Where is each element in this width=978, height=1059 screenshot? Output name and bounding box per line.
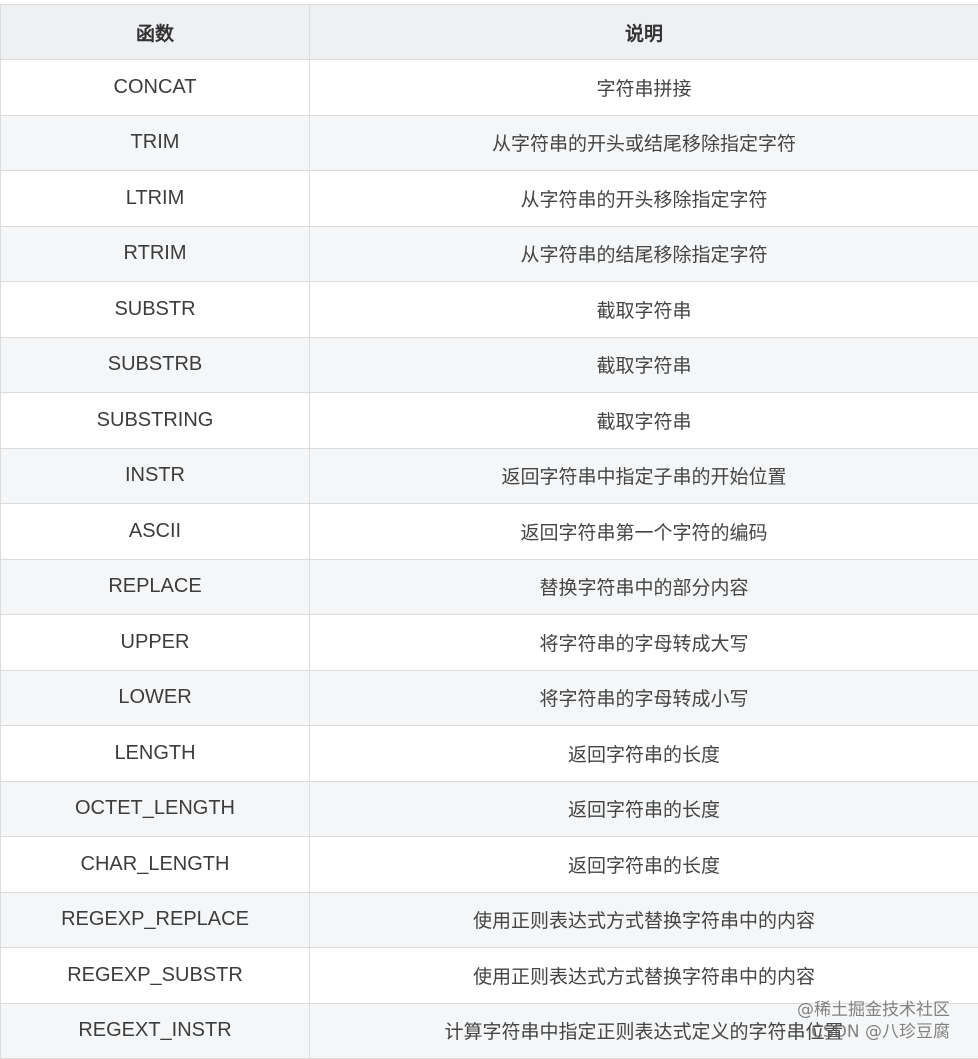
function-description-cell: 字符串拼接 [310, 60, 978, 116]
function-name-cell: SUBSTRING [1, 393, 310, 449]
function-name-cell: REPLACE [1, 559, 310, 615]
table-row: RTRIM从字符串的结尾移除指定字符 [1, 226, 978, 282]
header-description: 说明 [310, 5, 978, 60]
table-row: TRIM从字符串的开头或结尾移除指定字符 [1, 115, 978, 171]
table-row: ASCII返回字符串第一个字符的编码 [1, 504, 978, 560]
function-description-cell: 返回字符串中指定子串的开始位置 [310, 448, 978, 504]
function-name-cell: REGEXP_REPLACE [1, 892, 310, 948]
function-name-cell: INSTR [1, 448, 310, 504]
function-description-cell: 使用正则表达式方式替换字符串中的内容 [310, 892, 978, 948]
function-description-cell: 从字符串的结尾移除指定字符 [310, 226, 978, 282]
header-function: 函数 [1, 5, 310, 60]
table-row: REGEXP_SUBSTR使用正则表达式方式替换字符串中的内容 [1, 948, 978, 1004]
table-row: UPPER将字符串的字母转成大写 [1, 615, 978, 671]
function-name-cell: CHAR_LENGTH [1, 837, 310, 893]
function-name-cell: LTRIM [1, 171, 310, 227]
table-row: SUBSTRB截取字符串 [1, 337, 978, 393]
function-description-cell: 返回字符串的长度 [310, 726, 978, 782]
function-description-cell: 返回字符串的长度 [310, 837, 978, 893]
function-description-cell: 截取字符串 [310, 282, 978, 338]
function-name-cell: RTRIM [1, 226, 310, 282]
function-description-cell: 返回字符串第一个字符的编码 [310, 504, 978, 560]
table-row: INSTR返回字符串中指定子串的开始位置 [1, 448, 978, 504]
function-description-cell: 从字符串的开头移除指定字符 [310, 171, 978, 227]
table-row: SUBSTR截取字符串 [1, 282, 978, 338]
table-row: SUBSTRING截取字符串 [1, 393, 978, 449]
function-name-cell: CONCAT [1, 60, 310, 116]
function-description-cell: 截取字符串 [310, 337, 978, 393]
function-name-cell: TRIM [1, 115, 310, 171]
table-row: LENGTH返回字符串的长度 [1, 726, 978, 782]
table-row: CHAR_LENGTH返回字符串的长度 [1, 837, 978, 893]
function-description-cell: 替换字符串中的部分内容 [310, 559, 978, 615]
watermark-juejin: @稀土掘金技术社区 [797, 999, 950, 1021]
function-description-cell: 截取字符串 [310, 393, 978, 449]
function-description-cell: 将字符串的字母转成小写 [310, 670, 978, 726]
function-description-cell: 从字符串的开头或结尾移除指定字符 [310, 115, 978, 171]
string-functions-table: 函数 说明 CONCAT字符串拼接TRIM从字符串的开头或结尾移除指定字符LTR… [0, 4, 978, 1059]
table-header-row: 函数 说明 [1, 5, 978, 60]
function-name-cell: SUBSTRB [1, 337, 310, 393]
table-row: LOWER将字符串的字母转成小写 [1, 670, 978, 726]
function-description-cell: 使用正则表达式方式替换字符串中的内容 [310, 948, 978, 1004]
table-row: LTRIM从字符串的开头移除指定字符 [1, 171, 978, 227]
table-row: OCTET_LENGTH返回字符串的长度 [1, 781, 978, 837]
function-name-cell: REGEXP_SUBSTR [1, 948, 310, 1004]
table-row: REPLACE替换字符串中的部分内容 [1, 559, 978, 615]
function-name-cell: REGEXT_INSTR [1, 1003, 310, 1059]
table-row: REGEXP_REPLACE使用正则表达式方式替换字符串中的内容 [1, 892, 978, 948]
function-name-cell: LENGTH [1, 726, 310, 782]
watermark: @稀土掘金技术社区 CSDN @八珍豆腐 [797, 999, 950, 1043]
watermark-csdn: CSDN @八珍豆腐 [797, 1021, 950, 1043]
function-name-cell: OCTET_LENGTH [1, 781, 310, 837]
function-description-cell: 将字符串的字母转成大写 [310, 615, 978, 671]
function-description-cell: 返回字符串的长度 [310, 781, 978, 837]
function-name-cell: ASCII [1, 504, 310, 560]
functions-table-container: 函数 说明 CONCAT字符串拼接TRIM从字符串的开头或结尾移除指定字符LTR… [0, 4, 978, 1059]
function-name-cell: SUBSTR [1, 282, 310, 338]
table-body: CONCAT字符串拼接TRIM从字符串的开头或结尾移除指定字符LTRIM从字符串… [1, 60, 978, 1059]
function-name-cell: UPPER [1, 615, 310, 671]
table-row: CONCAT字符串拼接 [1, 60, 978, 116]
function-name-cell: LOWER [1, 670, 310, 726]
